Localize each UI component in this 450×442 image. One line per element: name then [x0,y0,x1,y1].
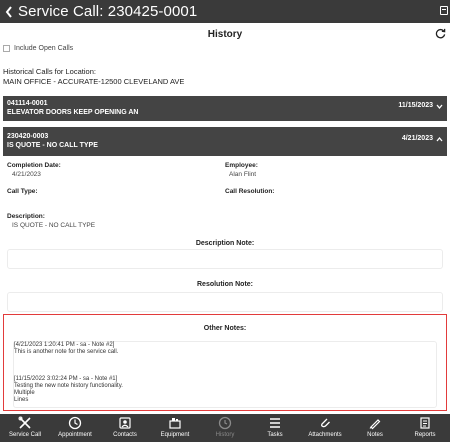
tab-label: Reports [414,432,436,438]
notes-icon [369,419,381,430]
refresh-icon[interactable] [435,28,446,39]
other-notes-label: Other Notes: [203,325,247,332]
page-title: Service Call: 230425-0001 [18,3,198,20]
employee-label: Employee: [225,162,258,169]
chevron-left-icon [5,5,12,18]
tab-label: Attachments [308,432,342,438]
tasks-icon [270,418,280,428]
back-button[interactable] [0,0,18,23]
call-row[interactable]: 041114-0001 ELEVATOR DOORS KEEP OPENING … [3,96,447,121]
note-line: Multiple [14,390,35,396]
note-line: [11/15/2022 3:02:24 PM - sa - Note #1] [14,376,118,382]
window-icon[interactable] [440,6,448,15]
title-bar: Service Call: 230425-0001 [0,0,450,23]
history-icon [218,416,232,430]
note-line: Lines [14,397,29,403]
tab-notes[interactable]: Notes [350,414,400,442]
include-open-calls-checkbox[interactable] [3,45,10,52]
call-row[interactable]: 230420-0003 IS QUOTE - NO CALL TYPE 4/21… [3,127,447,156]
clock-icon [68,416,82,430]
description-value: IS QUOTE - NO CALL TYPE [12,222,96,229]
tab-label: History [215,432,235,438]
note-line: This is another note for the service cal… [14,349,119,355]
tab-label: Notes [367,432,383,438]
wrench-screwdriver-icon [18,416,31,429]
tab-label: Tasks [267,432,283,438]
history-header: History [0,23,450,45]
description-note-label: Description Note: [195,240,255,247]
history-title: History [207,28,243,40]
tab-tasks[interactable]: Tasks [250,414,300,442]
completion-date-value: 4/21/2023 [12,171,41,178]
tab-equipment[interactable]: Equipment [150,414,200,442]
other-notes-section: Other Notes: [4/21/2023 1:20:41 PM - sa … [3,314,447,411]
resolution-note-label: Resolution Note: [197,281,253,288]
chevron-up-icon[interactable] [436,137,443,142]
location-info: Historical Calls for Location: MAIN OFFI… [3,67,184,87]
tab-label: Appointment [58,432,92,438]
call-description: ELEVATOR DOORS KEEP OPENING AN [7,109,139,116]
note-line: Testing the new note history functionali… [14,383,123,389]
call-date: 11/15/2023 [398,102,433,109]
include-open-calls-label: Include Open Calls [14,45,74,52]
tab-label: Equipment [160,432,190,438]
resolution-note-box [7,292,443,312]
tab-label: Contacts [113,432,137,438]
contacts-icon [119,417,131,429]
chevron-down-icon[interactable] [436,104,443,109]
call-type-label: Call Type: [7,188,38,195]
call-description: IS QUOTE - NO CALL TYPE [7,142,98,149]
call-number: 230420-0003 [7,133,49,140]
equipment-icon [169,418,181,429]
tab-contacts[interactable]: Contacts [100,414,150,442]
description-note-box [7,249,443,269]
reports-icon [420,417,430,429]
employee-value: Alan Flint [229,171,257,178]
tab-attachments[interactable]: Attachments [300,414,350,442]
bottom-nav: Service Call Appointment Contacts Equipm… [0,414,450,442]
tab-label: Service Call [8,432,41,438]
call-resolution-label: Call Resolution: [225,188,275,195]
include-open-calls[interactable]: Include Open Calls [3,45,73,52]
call-number: 041114-0001 [7,100,48,107]
tab-service-call[interactable]: Service Call [0,414,50,442]
tab-reports[interactable]: Reports [400,414,450,442]
tab-history[interactable]: History [200,414,250,442]
completion-date-label: Completion Date: [7,162,61,169]
attachments-icon [321,418,330,428]
location-label: Historical Calls for Location: [3,67,96,76]
tab-appointment[interactable]: Appointment [50,414,100,442]
note-line: [4/21/2023 1:20:41 PM - sa - Note #2] [14,342,115,348]
description-label: Description: [7,213,45,220]
location-value: MAIN OFFICE - ACCURATE-12500 CLEVELAND A… [3,77,185,86]
call-date: 4/21/2023 [401,135,433,142]
